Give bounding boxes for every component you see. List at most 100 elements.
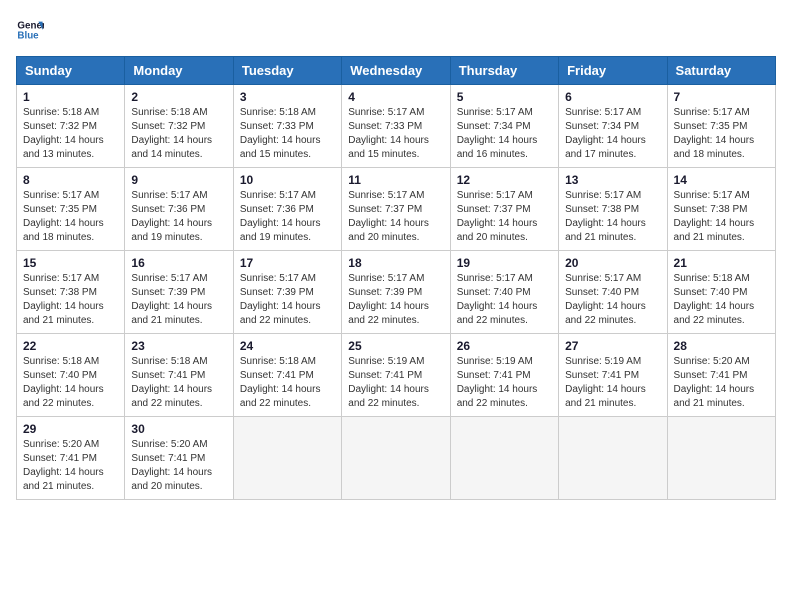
day-number: 6 <box>565 90 660 104</box>
calendar-cell: 23 Sunrise: 5:18 AMSunset: 7:41 PMDaylig… <box>125 334 233 417</box>
cell-content: Sunrise: 5:17 AMSunset: 7:40 PMDaylight:… <box>457 273 538 326</box>
day-header-saturday: Saturday <box>667 57 775 85</box>
svg-text:Blue: Blue <box>17 30 39 41</box>
cell-content: Sunrise: 5:20 AMSunset: 7:41 PMDaylight:… <box>131 439 212 492</box>
cell-content: Sunrise: 5:18 AMSunset: 7:40 PMDaylight:… <box>674 273 755 326</box>
calendar-cell: 30 Sunrise: 5:20 AMSunset: 7:41 PMDaylig… <box>125 417 233 500</box>
calendar-cell: 14 Sunrise: 5:17 AMSunset: 7:38 PMDaylig… <box>667 168 775 251</box>
day-number: 20 <box>565 256 660 270</box>
calendar-cell: 18 Sunrise: 5:17 AMSunset: 7:39 PMDaylig… <box>342 251 450 334</box>
cell-content: Sunrise: 5:17 AMSunset: 7:36 PMDaylight:… <box>131 190 212 243</box>
calendar-cell: 15 Sunrise: 5:17 AMSunset: 7:38 PMDaylig… <box>17 251 125 334</box>
calendar-cell: 9 Sunrise: 5:17 AMSunset: 7:36 PMDayligh… <box>125 168 233 251</box>
cell-content: Sunrise: 5:17 AMSunset: 7:35 PMDaylight:… <box>23 190 104 243</box>
day-header-wednesday: Wednesday <box>342 57 450 85</box>
calendar-cell: 19 Sunrise: 5:17 AMSunset: 7:40 PMDaylig… <box>450 251 558 334</box>
calendar-cell: 8 Sunrise: 5:17 AMSunset: 7:35 PMDayligh… <box>17 168 125 251</box>
day-number: 28 <box>674 339 769 353</box>
cell-content: Sunrise: 5:17 AMSunset: 7:38 PMDaylight:… <box>565 190 646 243</box>
calendar-cell: 24 Sunrise: 5:18 AMSunset: 7:41 PMDaylig… <box>233 334 341 417</box>
day-number: 29 <box>23 422 118 436</box>
day-number: 19 <box>457 256 552 270</box>
day-number: 27 <box>565 339 660 353</box>
cell-content: Sunrise: 5:19 AMSunset: 7:41 PMDaylight:… <box>348 356 429 409</box>
day-number: 21 <box>674 256 769 270</box>
calendar-week-row: 22 Sunrise: 5:18 AMSunset: 7:40 PMDaylig… <box>17 334 776 417</box>
calendar-cell: 17 Sunrise: 5:17 AMSunset: 7:39 PMDaylig… <box>233 251 341 334</box>
day-number: 8 <box>23 173 118 187</box>
calendar-week-row: 8 Sunrise: 5:17 AMSunset: 7:35 PMDayligh… <box>17 168 776 251</box>
calendar-cell: 28 Sunrise: 5:20 AMSunset: 7:41 PMDaylig… <box>667 334 775 417</box>
page-header: General Blue <box>16 16 776 44</box>
calendar-week-row: 1 Sunrise: 5:18 AMSunset: 7:32 PMDayligh… <box>17 85 776 168</box>
day-number: 18 <box>348 256 443 270</box>
calendar-week-row: 15 Sunrise: 5:17 AMSunset: 7:38 PMDaylig… <box>17 251 776 334</box>
day-number: 3 <box>240 90 335 104</box>
cell-content: Sunrise: 5:20 AMSunset: 7:41 PMDaylight:… <box>674 356 755 409</box>
cell-content: Sunrise: 5:18 AMSunset: 7:33 PMDaylight:… <box>240 107 321 160</box>
day-number: 10 <box>240 173 335 187</box>
cell-content: Sunrise: 5:17 AMSunset: 7:33 PMDaylight:… <box>348 107 429 160</box>
calendar-cell: 10 Sunrise: 5:17 AMSunset: 7:36 PMDaylig… <box>233 168 341 251</box>
day-number: 4 <box>348 90 443 104</box>
calendar-cell: 2 Sunrise: 5:18 AMSunset: 7:32 PMDayligh… <box>125 85 233 168</box>
calendar-cell: 26 Sunrise: 5:19 AMSunset: 7:41 PMDaylig… <box>450 334 558 417</box>
cell-content: Sunrise: 5:19 AMSunset: 7:41 PMDaylight:… <box>565 356 646 409</box>
logo-icon: General Blue <box>16 16 44 44</box>
day-number: 23 <box>131 339 226 353</box>
calendar-cell: 12 Sunrise: 5:17 AMSunset: 7:37 PMDaylig… <box>450 168 558 251</box>
calendar-cell: 16 Sunrise: 5:17 AMSunset: 7:39 PMDaylig… <box>125 251 233 334</box>
day-number: 25 <box>348 339 443 353</box>
day-header-friday: Friday <box>559 57 667 85</box>
day-header-monday: Monday <box>125 57 233 85</box>
day-header-thursday: Thursday <box>450 57 558 85</box>
calendar-cell: 7 Sunrise: 5:17 AMSunset: 7:35 PMDayligh… <box>667 85 775 168</box>
logo: General Blue <box>16 16 44 44</box>
calendar-cell <box>559 417 667 500</box>
calendar-cell: 4 Sunrise: 5:17 AMSunset: 7:33 PMDayligh… <box>342 85 450 168</box>
cell-content: Sunrise: 5:17 AMSunset: 7:40 PMDaylight:… <box>565 273 646 326</box>
day-number: 24 <box>240 339 335 353</box>
day-number: 1 <box>23 90 118 104</box>
calendar-cell <box>450 417 558 500</box>
day-number: 7 <box>674 90 769 104</box>
day-number: 9 <box>131 173 226 187</box>
calendar-cell: 5 Sunrise: 5:17 AMSunset: 7:34 PMDayligh… <box>450 85 558 168</box>
calendar-cell <box>342 417 450 500</box>
cell-content: Sunrise: 5:17 AMSunset: 7:38 PMDaylight:… <box>674 190 755 243</box>
day-number: 30 <box>131 422 226 436</box>
calendar-cell: 3 Sunrise: 5:18 AMSunset: 7:33 PMDayligh… <box>233 85 341 168</box>
cell-content: Sunrise: 5:18 AMSunset: 7:41 PMDaylight:… <box>131 356 212 409</box>
calendar-cell: 27 Sunrise: 5:19 AMSunset: 7:41 PMDaylig… <box>559 334 667 417</box>
cell-content: Sunrise: 5:17 AMSunset: 7:34 PMDaylight:… <box>457 107 538 160</box>
day-header-tuesday: Tuesday <box>233 57 341 85</box>
calendar-cell <box>667 417 775 500</box>
day-number: 14 <box>674 173 769 187</box>
cell-content: Sunrise: 5:17 AMSunset: 7:36 PMDaylight:… <box>240 190 321 243</box>
calendar-cell: 21 Sunrise: 5:18 AMSunset: 7:40 PMDaylig… <box>667 251 775 334</box>
cell-content: Sunrise: 5:17 AMSunset: 7:37 PMDaylight:… <box>348 190 429 243</box>
calendar-cell: 20 Sunrise: 5:17 AMSunset: 7:40 PMDaylig… <box>559 251 667 334</box>
cell-content: Sunrise: 5:18 AMSunset: 7:32 PMDaylight:… <box>23 107 104 160</box>
day-number: 15 <box>23 256 118 270</box>
cell-content: Sunrise: 5:17 AMSunset: 7:34 PMDaylight:… <box>565 107 646 160</box>
calendar-header-row: SundayMondayTuesdayWednesdayThursdayFrid… <box>17 57 776 85</box>
cell-content: Sunrise: 5:17 AMSunset: 7:35 PMDaylight:… <box>674 107 755 160</box>
calendar-table: SundayMondayTuesdayWednesdayThursdayFrid… <box>16 56 776 500</box>
day-number: 2 <box>131 90 226 104</box>
cell-content: Sunrise: 5:17 AMSunset: 7:39 PMDaylight:… <box>131 273 212 326</box>
day-number: 11 <box>348 173 443 187</box>
calendar-cell: 11 Sunrise: 5:17 AMSunset: 7:37 PMDaylig… <box>342 168 450 251</box>
day-number: 5 <box>457 90 552 104</box>
day-number: 22 <box>23 339 118 353</box>
calendar-week-row: 29 Sunrise: 5:20 AMSunset: 7:41 PMDaylig… <box>17 417 776 500</box>
cell-content: Sunrise: 5:17 AMSunset: 7:39 PMDaylight:… <box>348 273 429 326</box>
day-header-sunday: Sunday <box>17 57 125 85</box>
cell-content: Sunrise: 5:17 AMSunset: 7:37 PMDaylight:… <box>457 190 538 243</box>
day-number: 12 <box>457 173 552 187</box>
cell-content: Sunrise: 5:18 AMSunset: 7:32 PMDaylight:… <box>131 107 212 160</box>
calendar-cell: 22 Sunrise: 5:18 AMSunset: 7:40 PMDaylig… <box>17 334 125 417</box>
calendar-cell: 29 Sunrise: 5:20 AMSunset: 7:41 PMDaylig… <box>17 417 125 500</box>
cell-content: Sunrise: 5:17 AMSunset: 7:38 PMDaylight:… <box>23 273 104 326</box>
day-number: 26 <box>457 339 552 353</box>
